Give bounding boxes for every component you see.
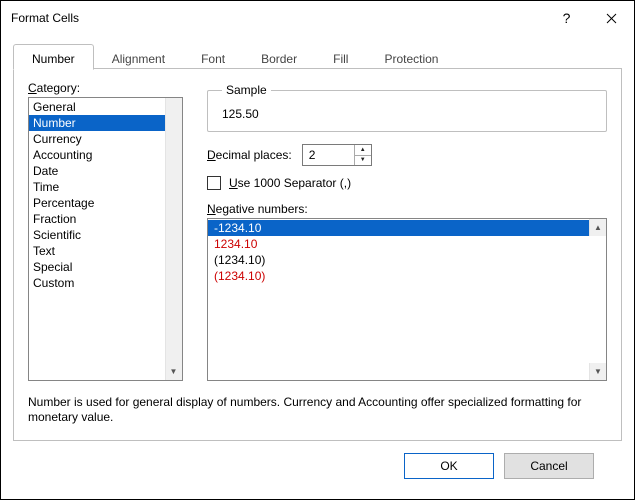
list-item[interactable]: General — [29, 99, 182, 115]
tab-strip: Number Alignment Font Border Fill Protec… — [13, 43, 622, 69]
sample-legend: Sample — [222, 83, 271, 97]
thousand-separator-checkbox[interactable] — [207, 176, 221, 190]
sample-value: 125.50 — [222, 107, 592, 121]
list-item[interactable]: (1234.10) — [208, 268, 606, 284]
category-listbox[interactable]: General Number Currency Accounting Date … — [28, 97, 183, 381]
scroll-down-icon[interactable]: ▼ — [165, 363, 182, 380]
main-column: Sample 125.50 Decimal places: 2 ▲ ▼ — [207, 81, 607, 381]
category-column: Category: General Number Currency Accoun… — [28, 81, 183, 381]
list-item[interactable]: Date — [29, 163, 182, 179]
category-description: Number is used for general display of nu… — [28, 395, 607, 426]
list-item[interactable]: Special — [29, 259, 182, 275]
tab-body-number: Category: General Number Currency Accoun… — [13, 69, 622, 441]
decimal-places-value[interactable]: 2 — [303, 145, 354, 165]
cancel-button[interactable]: Cancel — [504, 453, 594, 479]
scroll-down-icon[interactable]: ▼ — [589, 363, 606, 380]
sample-group: Sample 125.50 — [207, 83, 607, 132]
list-item[interactable]: -1234.10 — [208, 220, 606, 236]
dialog-buttons: OK Cancel — [13, 441, 622, 487]
category-label: Category: — [28, 81, 183, 95]
tab-border[interactable]: Border — [243, 44, 315, 70]
close-icon — [606, 13, 617, 24]
window-title: Format Cells — [11, 11, 79, 25]
list-item[interactable]: Custom — [29, 275, 182, 291]
tab-fill[interactable]: Fill — [315, 44, 366, 70]
decimal-places-label: Decimal places: — [207, 148, 292, 162]
thousand-separator-row[interactable]: Use 1000 Separator (,) — [207, 176, 607, 190]
list-item[interactable]: Scientific — [29, 227, 182, 243]
list-item[interactable]: Percentage — [29, 195, 182, 211]
tab-number[interactable]: Number — [13, 44, 94, 70]
client-area: Number Alignment Font Border Fill Protec… — [1, 35, 634, 499]
tab-alignment[interactable]: Alignment — [94, 44, 183, 70]
decimal-places-spinner[interactable]: 2 ▲ ▼ — [302, 144, 372, 166]
list-item[interactable]: 1234.10 — [208, 236, 606, 252]
ok-button[interactable]: OK — [404, 453, 494, 479]
scrollbar[interactable]: ▼ — [165, 98, 182, 380]
negative-numbers-label: Negative numbers: — [207, 202, 607, 216]
list-item[interactable]: Accounting — [29, 147, 182, 163]
thousand-separator-label: Use 1000 Separator (,) — [229, 176, 351, 190]
tab-protection[interactable]: Protection — [366, 44, 456, 70]
titlebar[interactable]: Format Cells ? — [1, 1, 634, 35]
spin-up-icon[interactable]: ▲ — [355, 145, 371, 156]
list-item[interactable]: Fraction — [29, 211, 182, 227]
format-cells-dialog: Format Cells ? Number Alignment Font Bor… — [0, 0, 635, 500]
list-item[interactable]: (1234.10) — [208, 252, 606, 268]
list-item[interactable]: Number — [29, 115, 182, 131]
close-button[interactable] — [589, 2, 634, 34]
list-item[interactable]: Currency — [29, 131, 182, 147]
negative-numbers-listbox[interactable]: -1234.10 1234.10 (1234.10) (1234.10) ▲ ▼ — [207, 218, 607, 381]
tab-font[interactable]: Font — [183, 44, 243, 70]
help-button[interactable]: ? — [544, 2, 589, 34]
list-item[interactable]: Time — [29, 179, 182, 195]
scroll-up-icon[interactable]: ▲ — [589, 219, 606, 236]
list-item[interactable]: Text — [29, 243, 182, 259]
spin-down-icon[interactable]: ▼ — [355, 156, 371, 166]
